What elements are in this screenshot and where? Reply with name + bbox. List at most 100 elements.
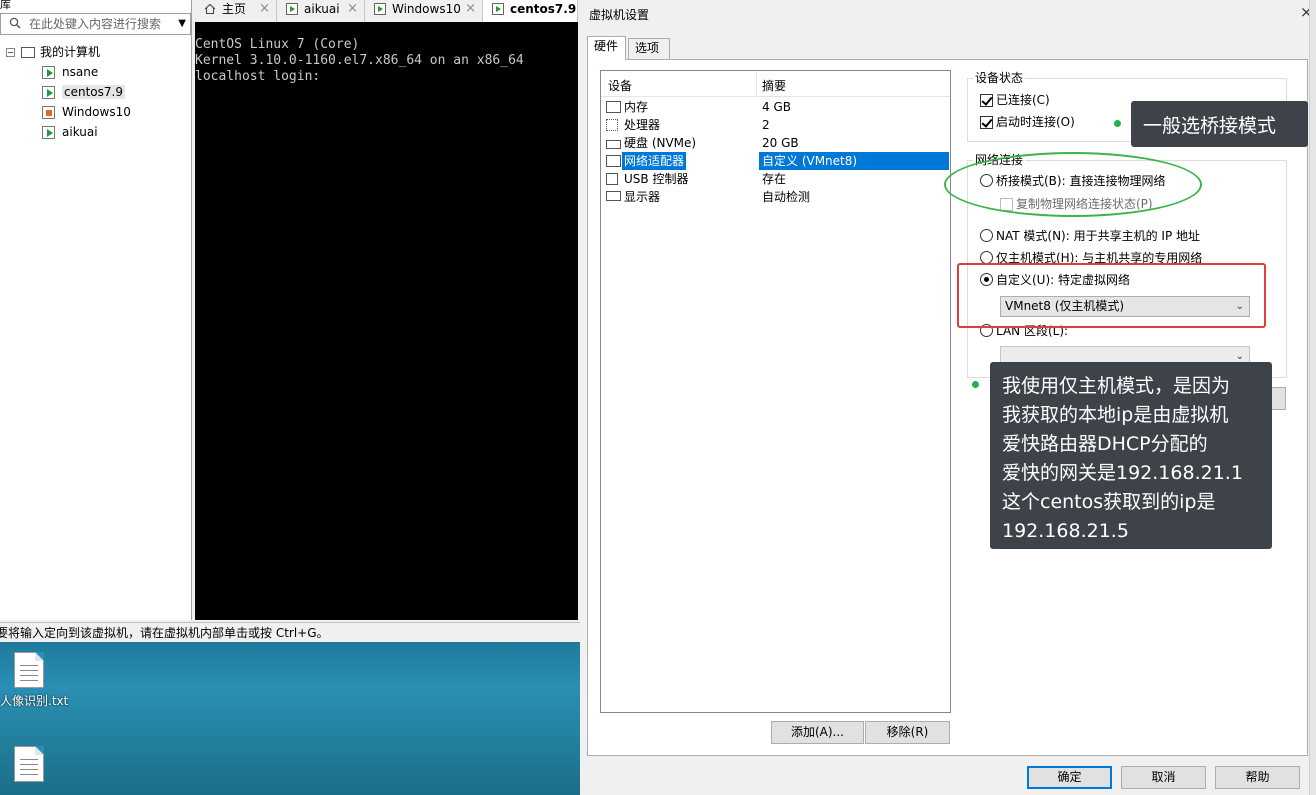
status-bar: 要将输入定向到该虚拟机，请在虚拟机内部单击或按 Ctrl+G。 [0, 622, 580, 642]
collapse-icon[interactable]: − [6, 48, 15, 57]
device-list-header: 设备 摘要 [601, 71, 950, 97]
device-name: 处理器 [624, 118, 661, 132]
search-icon [9, 17, 21, 29]
tab-label: 主页 [222, 2, 247, 16]
column-header-device[interactable]: 设备 [608, 77, 632, 94]
console-line: Kernel 3.10.0-1160.el7.x86_64 on an x86_… [195, 53, 524, 68]
vm-powered-icon [42, 126, 55, 139]
tab-centos79[interactable]: centos7.9 [483, 0, 578, 22]
annotation-line: 我使用仅主机模式，是因为 [1002, 375, 1231, 397]
device-list[interactable]: 设备 摘要 内存 4 GB 处理器 2 硬盘 (NVMe) 20 GB 网络适配… [600, 70, 951, 713]
remove-device-button[interactable]: 移除(R) [865, 721, 950, 744]
usb-icon [606, 173, 618, 185]
device-row-network-adapter[interactable]: 网络适配器 自定义 (VMnet8) [604, 152, 949, 170]
device-summary: 自动检测 [762, 190, 811, 204]
library-search-input[interactable] [29, 16, 169, 32]
tab-home[interactable]: 主页 × [195, 0, 277, 22]
annotation-tip-host-only: 我使用仅主机模式，是因为 我获取的本地ip是由虚拟机 爱快路由器DHCP分配的 … [990, 362, 1272, 549]
tree-item-windows10[interactable]: Windows10 [0, 102, 190, 122]
tree-root-my-computer[interactable]: − 我的计算机 [0, 42, 190, 62]
text-file-icon[interactable] [14, 652, 44, 688]
library-title: 库 [0, 0, 11, 11]
vm-tree: − 我的计算机 nsane centos7.9 Windows10 aikuai [0, 42, 190, 142]
windows-desktop: 人像识别.txt [0, 642, 580, 795]
annotation-line: 爱快路由器DHCP分配的 [1002, 433, 1208, 455]
tab-options[interactable]: 选项 [628, 38, 670, 59]
device-name: 显示器 [624, 190, 661, 204]
tab-label: aikuai [304, 2, 340, 16]
library-search-box[interactable]: ▼ [0, 13, 191, 35]
annotation-line: 我获取的本地ip是由虚拟机 [1002, 404, 1229, 426]
vm-powered-icon [42, 86, 55, 99]
desktop-file-label[interactable]: 人像识别.txt [0, 692, 68, 709]
console-line: CentOS Linux 7 (Core) [195, 37, 360, 52]
device-name: 网络适配器 [622, 152, 687, 170]
close-icon[interactable]: × [465, 0, 476, 18]
tab-label: Windows10 [392, 2, 461, 16]
tree-item-label: nsane [62, 65, 99, 79]
vm-tab-icon [286, 3, 298, 15]
computer-icon [21, 47, 35, 58]
cancel-button[interactable]: 取消 [1121, 766, 1206, 789]
help-button[interactable]: 帮助 [1215, 766, 1300, 789]
vm-windows-icon [42, 106, 55, 119]
device-summary: 2 [762, 118, 770, 132]
tab-windows10[interactable]: Windows10 × [365, 0, 483, 22]
annotation-dot [972, 381, 979, 388]
text-file-icon[interactable] [14, 746, 44, 782]
vm-library-panel: 库 ▼ − 我的计算机 nsane centos7.9 Windows10 aik… [0, 0, 192, 620]
highlight-ring [944, 152, 1202, 217]
annotation-line: 爱快的网关是192.168.21.1 [1002, 462, 1243, 484]
tree-item-label: Windows10 [62, 105, 131, 119]
vm-tab-bar: 主页 × aikuai × Windows10 × centos7.9 [195, 0, 578, 22]
device-name: 硬盘 (NVMe) [624, 136, 697, 150]
tree-item-nsane[interactable]: nsane [0, 62, 190, 82]
tree-item-label: aikuai [62, 125, 98, 139]
device-row-memory[interactable]: 内存 4 GB [604, 98, 949, 116]
device-name: 内存 [624, 100, 649, 114]
device-row-usb-controller[interactable]: USB 控制器 存在 [604, 170, 949, 188]
tab-aikuai[interactable]: aikuai × [277, 0, 365, 22]
network-adapter-icon [606, 155, 621, 167]
checkbox-label: 启动时连接(O) [996, 115, 1075, 129]
vm-console[interactable]: CentOS Linux 7 (Core) Kernel 3.10.0-1160.… [195, 22, 578, 620]
annotation-text: 一般选桥接模式 [1143, 115, 1277, 137]
checkbox-label: 已连接(C) [996, 93, 1050, 107]
device-row-processor[interactable]: 处理器 2 [604, 116, 949, 134]
annotation-tip-bridged: 一般选桥接模式 [1131, 101, 1308, 147]
vm-powered-icon [42, 66, 55, 79]
tree-item-centos79[interactable]: centos7.9 [0, 82, 190, 102]
status-text: 要将输入定向到该虚拟机，请在虚拟机内部单击或按 Ctrl+G。 [0, 626, 329, 640]
console-line: localhost login: [195, 69, 321, 84]
device-summary: 自定义 (VMnet8) [762, 154, 858, 168]
vm-tab-icon [374, 3, 386, 15]
hard-disk-icon [606, 140, 621, 149]
device-name: USB 控制器 [624, 172, 689, 186]
device-summary: 20 GB [762, 136, 799, 150]
tree-root-label: 我的计算机 [40, 45, 101, 59]
device-summary: 4 GB [762, 100, 791, 114]
add-device-button[interactable]: 添加(A)... [771, 721, 864, 744]
device-row-hard-disk[interactable]: 硬盘 (NVMe) 20 GB [604, 134, 949, 152]
checkbox-checked-icon[interactable] [980, 116, 993, 129]
tab-label: centos7.9 [510, 2, 577, 16]
radio-icon[interactable] [980, 229, 993, 242]
monitor-icon [606, 191, 621, 201]
memory-icon [606, 101, 621, 113]
chevron-down-icon[interactable]: ▼ [178, 18, 186, 29]
tree-item-aikuai[interactable]: aikuai [0, 122, 190, 142]
annotation-line: 这个centos获取到的ip是 [1002, 491, 1216, 513]
column-header-summary[interactable]: 摘要 [762, 77, 786, 94]
close-icon[interactable]: × [259, 0, 270, 18]
ok-button[interactable]: 确定 [1027, 766, 1112, 789]
annotation-dot [1114, 120, 1121, 127]
checkbox-checked-icon[interactable] [980, 94, 993, 107]
tab-hardware[interactable]: 硬件 [587, 36, 626, 60]
annotation-line: 192.168.21.5 [1002, 520, 1129, 542]
highlight-box [957, 263, 1266, 328]
dialog-title: 虚拟机设置 [589, 8, 650, 22]
device-summary: 存在 [762, 172, 787, 186]
close-icon[interactable]: × [347, 0, 358, 18]
device-row-display[interactable]: 显示器 自动检测 [604, 188, 949, 206]
device-status-title: 设备状态 [973, 71, 1026, 85]
